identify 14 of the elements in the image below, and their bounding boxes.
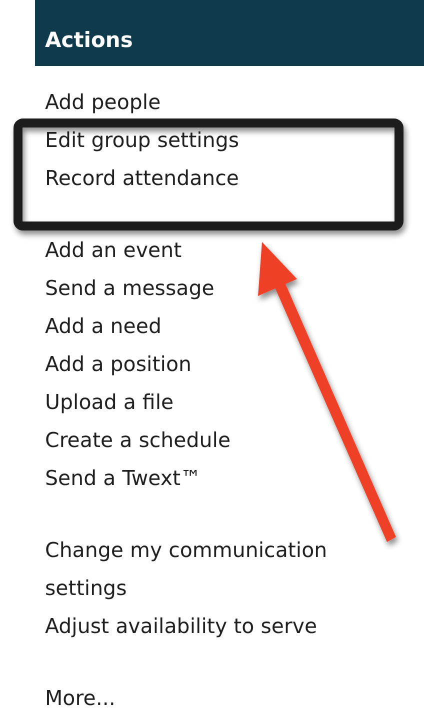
action-link[interactable]: Upload a file: [45, 383, 174, 421]
action-link[interactable]: Record attendance: [45, 159, 240, 197]
action-link[interactable]: Adjust availability to serve: [45, 607, 318, 645]
action-link[interactable]: Add people: [45, 83, 161, 121]
action-link[interactable]: More...: [45, 679, 116, 713]
section-header: Actions: [35, 0, 424, 66]
action-link[interactable]: Create a schedule: [45, 421, 231, 459]
action-link[interactable]: Add a need: [45, 307, 162, 345]
action-link[interactable]: Send a Twext™: [45, 459, 202, 497]
action-link[interactable]: Add a position: [45, 345, 192, 383]
action-link[interactable]: Edit group settings: [45, 121, 240, 159]
action-link[interactable]: Send a message: [45, 269, 214, 307]
action-link[interactable]: Change my communication settings: [45, 531, 405, 607]
action-link[interactable]: Add an event: [45, 231, 182, 269]
